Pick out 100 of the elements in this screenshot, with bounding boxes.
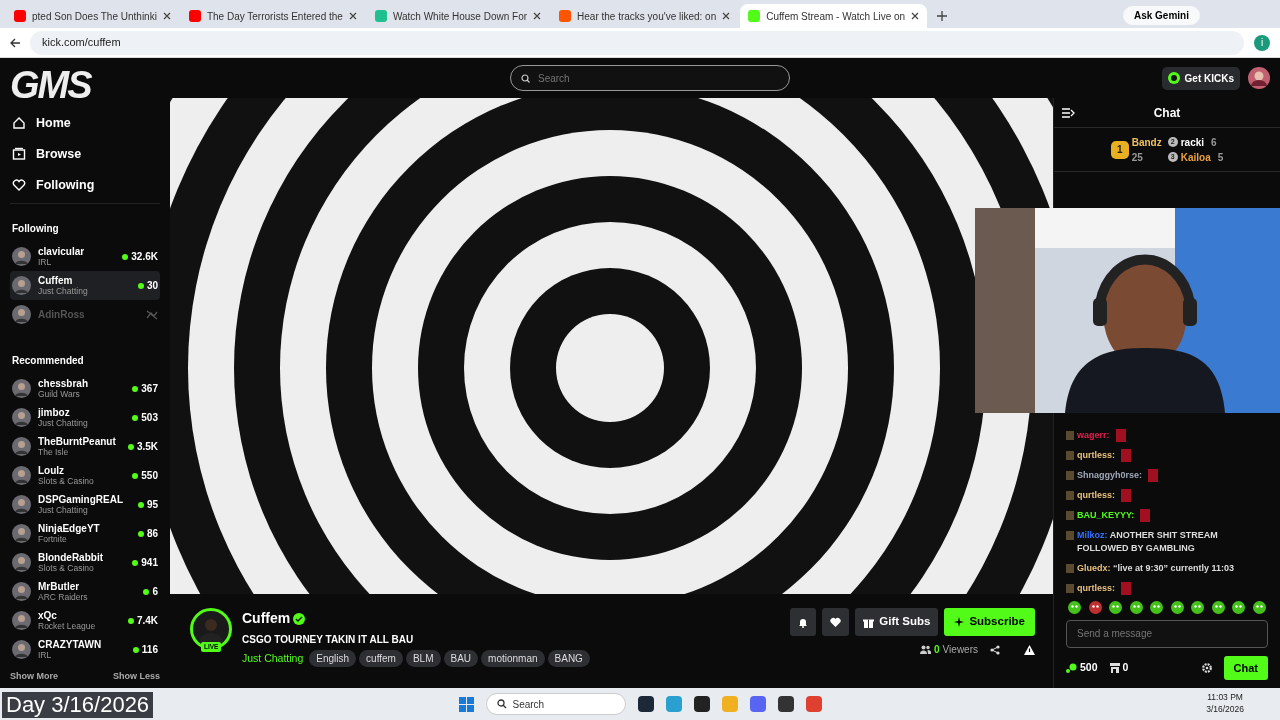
- channel-item[interactable]: NinjaEdgeYT Fortnite 86: [10, 519, 160, 549]
- gift-subs-button[interactable]: Gift Subs: [855, 608, 939, 636]
- points-count: 500: [1080, 659, 1098, 675]
- address-bar[interactable]: kick.com/cuffem: [30, 30, 1244, 55]
- send-chat-button[interactable]: Chat: [1223, 655, 1268, 680]
- back-icon[interactable]: [10, 37, 20, 48]
- search-field[interactable]: Search: [536, 69, 736, 87]
- coin-icon: [1167, 72, 1180, 84]
- avatar-icon: [12, 247, 31, 267]
- bell-icon: [798, 616, 809, 628]
- new-tab-icon[interactable]: [937, 11, 948, 21]
- gift-count: 6: [1211, 135, 1217, 150]
- search-box[interactable]: Search: [510, 65, 790, 91]
- follow-button[interactable]: [822, 608, 850, 636]
- nav-link[interactable]: Browse: [10, 138, 160, 170]
- tag-chip[interactable]: English: [309, 650, 357, 667]
- chat-message: wagerr:: [1077, 428, 1110, 442]
- heart-icon: [830, 617, 842, 627]
- share-icon[interactable]: [990, 644, 1000, 655]
- notification-button[interactable]: [790, 608, 817, 636]
- sparkle-icon: [954, 617, 965, 627]
- taskbar-search[interactable]: Search: [485, 693, 626, 715]
- chat-message: qurtless:: [1077, 581, 1115, 595]
- live-dot-icon: [127, 617, 134, 624]
- offline-icon: [146, 309, 158, 320]
- tag-chip[interactable]: BAU: [443, 650, 479, 667]
- leader-name[interactable]: Bandz: [1131, 134, 1162, 150]
- clock-time: 11:03 PM: [1206, 691, 1244, 703]
- show-link[interactable]: Show More: [10, 670, 58, 684]
- avatar-icon: [12, 553, 31, 573]
- live-dot-icon: [122, 253, 129, 260]
- profile-avatar[interactable]: i: [1254, 34, 1270, 51]
- leader-name[interactable]: Kailoa: [1180, 149, 1211, 165]
- channel-item[interactable]: chessbrah Guild Wars 367: [10, 374, 160, 404]
- channel-item[interactable]: CRAZYTAWN IRL 116: [10, 635, 160, 665]
- channel-item[interactable]: DSPGamingREAL Just Chatting 95: [10, 490, 160, 520]
- channel-item[interactable]: BlondeRabbit Slots & Casino 941: [10, 548, 160, 578]
- collapse-icon[interactable]: [1062, 108, 1075, 118]
- close-icon[interactable]: [162, 12, 171, 20]
- app-icon[interactable]: [637, 696, 654, 712]
- app-icon[interactable]: [777, 696, 794, 712]
- browser-tab[interactable]: Hear the tracks you've liked: on: [551, 4, 739, 28]
- gift-count: 25: [1131, 150, 1144, 165]
- site-logo[interactable]: GMS: [10, 62, 160, 108]
- channel-item[interactable]: Loulz Slots & Casino 550: [10, 461, 160, 491]
- tag-chip[interactable]: BANG: [547, 650, 590, 667]
- gift-count: 5: [1217, 150, 1224, 165]
- rank-badge: 1: [1110, 140, 1129, 159]
- channel-item[interactable]: TheBurntPeanut The Isle 3.5K: [10, 432, 160, 462]
- chat-title: Chat: [1153, 104, 1181, 122]
- tag-chip[interactable]: cuffem: [359, 650, 403, 667]
- subscribe-button[interactable]: Subscribe: [944, 608, 1035, 636]
- channel-avatar[interactable]: [190, 608, 232, 650]
- browser-tab[interactable]: The Day Terrorists Entered the: [180, 4, 365, 28]
- ask-gemini-button[interactable]: Ask Gemini: [1122, 6, 1200, 25]
- live-dot-icon: [132, 414, 139, 421]
- avatar-icon: [12, 408, 31, 428]
- settings-icon[interactable]: [1201, 662, 1212, 673]
- avatar-icon: [12, 466, 31, 486]
- heart-icon: [12, 177, 26, 192]
- warning-icon[interactable]: [1024, 644, 1035, 655]
- channel-item[interactable]: xQc Rocket League 7.4K: [10, 606, 160, 636]
- avatar-icon: [12, 611, 31, 631]
- channel-item[interactable]: MrButler ARC Raiders 6: [10, 577, 160, 607]
- category-link[interactable]: Just Chatting: [242, 650, 304, 667]
- chat-message: qurtless:: [1077, 448, 1115, 462]
- show-link[interactable]: Show Less: [113, 670, 160, 684]
- browser-tab[interactable]: Watch White House Down For: [366, 4, 550, 28]
- tag-chip[interactable]: BLM: [405, 650, 441, 667]
- browser-tab[interactable]: pted Son Does The Unthinki: [6, 4, 179, 28]
- get-kicks-button[interactable]: Get KICKs: [1161, 66, 1240, 90]
- search-icon: [496, 699, 507, 709]
- channel-item[interactable]: jimboz Just Chatting 503: [10, 403, 160, 433]
- start-icon[interactable]: [458, 696, 474, 712]
- channel-name[interactable]: Cuffem: [242, 608, 291, 629]
- live-dot-icon: [132, 559, 139, 566]
- close-icon[interactable]: [722, 12, 731, 20]
- nav-link[interactable]: Home: [10, 108, 160, 139]
- close-icon[interactable]: [533, 12, 542, 20]
- avatar-icon: [12, 495, 31, 515]
- app-icon[interactable]: [693, 696, 710, 712]
- channel-item[interactable]: Cuffem Just Chatting 30: [10, 271, 160, 301]
- message-input[interactable]: Send a message: [1066, 619, 1268, 648]
- close-icon[interactable]: [348, 12, 357, 20]
- live-dot-icon: [132, 646, 139, 653]
- live-dot-icon: [143, 588, 150, 595]
- avatar-icon: [12, 276, 31, 296]
- live-dot-icon: [137, 282, 144, 289]
- tag-chip[interactable]: motionman: [481, 650, 545, 667]
- leader-name[interactable]: racki: [1180, 134, 1205, 150]
- browse-icon: [12, 147, 26, 162]
- browser-tab[interactable]: Cuffem Stream - Watch Live on: [740, 4, 928, 28]
- channel-item[interactable]: clavicular IRL 32.6K: [10, 242, 160, 272]
- chat-message: Gluedx: “live at 9:30” currently 11:03: [1077, 561, 1235, 575]
- nav-link[interactable]: Following: [10, 169, 160, 201]
- store-icon[interactable]: [1109, 662, 1120, 673]
- avatar-icon: [12, 640, 31, 660]
- live-dot-icon: [127, 443, 134, 450]
- close-icon[interactable]: [911, 12, 920, 20]
- user-avatar[interactable]: [1248, 67, 1270, 89]
